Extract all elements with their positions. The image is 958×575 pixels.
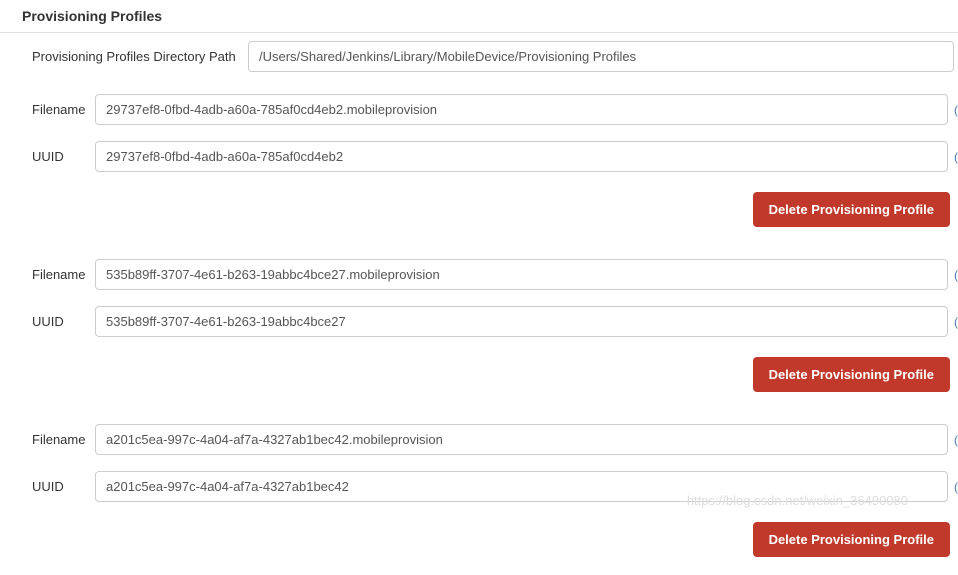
profile-group: Filename ( UUID ( Delete Provisioning Pr… [0, 410, 958, 575]
filename-input[interactable] [95, 424, 948, 455]
help-icon[interactable]: ( [952, 480, 958, 494]
filename-label: Filename [0, 102, 95, 117]
filename-row: Filename ( [0, 416, 958, 463]
directory-path-input[interactable] [248, 41, 954, 72]
uuid-row: UUID ( [0, 463, 958, 510]
section-title: Provisioning Profiles [0, 0, 958, 33]
filename-label: Filename [0, 432, 95, 447]
directory-path-row: Provisioning Profiles Directory Path [0, 33, 958, 80]
help-icon[interactable]: ( [952, 103, 958, 117]
help-icon[interactable]: ( [952, 268, 958, 282]
filename-row: Filename ( [0, 251, 958, 298]
uuid-input[interactable] [95, 471, 948, 502]
help-icon[interactable]: ( [952, 433, 958, 447]
uuid-input[interactable] [95, 306, 948, 337]
profile-group: Filename ( UUID ( Delete Provisioning Pr… [0, 80, 958, 245]
uuid-label: UUID [0, 479, 95, 494]
uuid-label: UUID [0, 314, 95, 329]
filename-label: Filename [0, 267, 95, 282]
directory-path-label: Provisioning Profiles Directory Path [0, 49, 248, 64]
filename-input[interactable] [95, 94, 948, 125]
uuid-row: UUID ( [0, 133, 958, 180]
delete-provisioning-profile-button[interactable]: Delete Provisioning Profile [753, 192, 950, 227]
help-icon[interactable]: ( [952, 315, 958, 329]
profile-group: Filename ( UUID ( Delete Provisioning Pr… [0, 245, 958, 410]
delete-button-row: Delete Provisioning Profile [0, 510, 958, 575]
delete-provisioning-profile-button[interactable]: Delete Provisioning Profile [753, 522, 950, 557]
help-icon[interactable]: ( [952, 150, 958, 164]
delete-button-row: Delete Provisioning Profile [0, 180, 958, 245]
delete-provisioning-profile-button[interactable]: Delete Provisioning Profile [753, 357, 950, 392]
uuid-label: UUID [0, 149, 95, 164]
filename-row: Filename ( [0, 86, 958, 133]
uuid-row: UUID ( [0, 298, 958, 345]
delete-button-row: Delete Provisioning Profile [0, 345, 958, 410]
filename-input[interactable] [95, 259, 948, 290]
uuid-input[interactable] [95, 141, 948, 172]
